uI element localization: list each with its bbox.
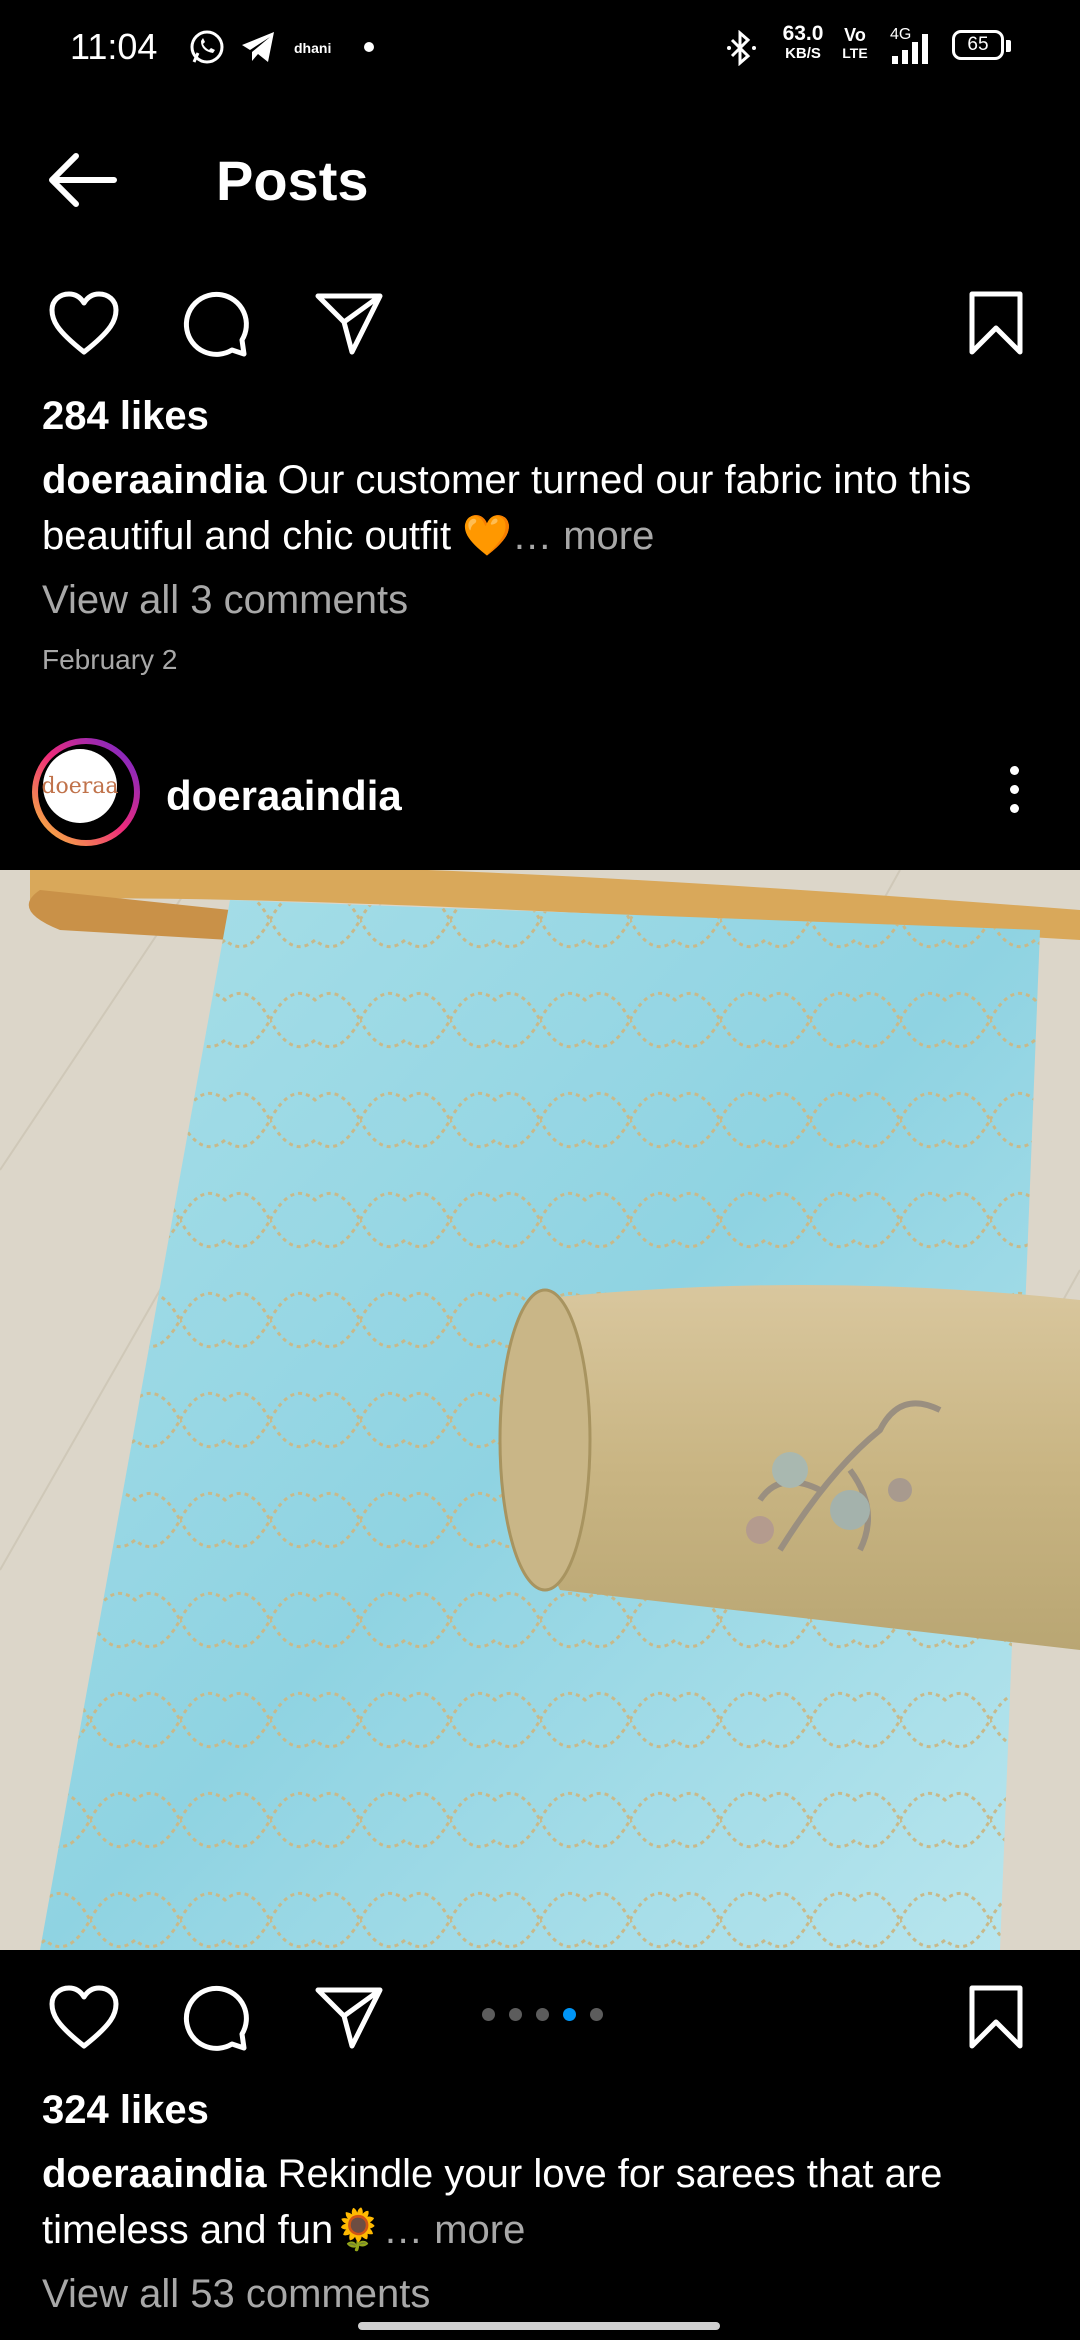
dhani-app-icon: dhani [294, 40, 332, 56]
post2-more-link[interactable]: … more [383, 2208, 525, 2252]
like-heart-icon[interactable] [48, 290, 120, 356]
like-heart-icon[interactable] [48, 1984, 120, 2050]
battery-level: 65 [967, 34, 989, 55]
status-time: 11:04 [70, 26, 158, 67]
post1-caption-username[interactable]: doeraaindia [42, 458, 267, 502]
home-indicator[interactable] [358, 2322, 720, 2330]
telegram-icon [242, 32, 274, 62]
lte-label: LTE [842, 45, 868, 61]
volte-label: Vo [844, 25, 866, 45]
bookmark-icon[interactable] [966, 1984, 1026, 2050]
share-send-icon[interactable] [314, 290, 384, 356]
bluetooth-icon [727, 30, 756, 66]
volte-indicator: Vo LTE [840, 26, 870, 62]
post2-view-comments[interactable]: View all 53 comments [42, 2272, 430, 2317]
network-speed-unit: KB/S [785, 45, 821, 62]
carousel-indicator [482, 2008, 617, 2022]
avatar-logo: doeraa [41, 749, 119, 823]
post1-likes[interactable]: 284 likes [42, 394, 209, 439]
carousel-dot [536, 2008, 549, 2021]
post2-likes[interactable]: 324 likes [42, 2088, 209, 2133]
comment-icon[interactable] [180, 290, 250, 360]
post1-date: February 2 [42, 644, 178, 675]
share-send-icon[interactable] [314, 1984, 384, 2050]
avatar[interactable]: doeraa [32, 738, 140, 846]
whatsapp-icon [190, 30, 224, 64]
top-app-bar: Posts [0, 130, 1080, 230]
more-options-icon[interactable] [1006, 766, 1022, 822]
battery-tip [1006, 40, 1011, 52]
post-image[interactable] [0, 870, 1080, 1950]
signal-icon [892, 34, 928, 64]
bookmark-icon[interactable] [966, 290, 1026, 356]
network-speed: 63.0 KB/S [776, 22, 830, 64]
post2-caption-username[interactable]: doeraaindia [42, 2152, 267, 2196]
post1-more-link[interactable]: … more [512, 514, 654, 558]
post1-view-comments[interactable]: View all 3 comments [42, 578, 408, 623]
status-bar: 11:04 dhani 63.0 KB/S Vo LTE 4G 65 [0, 0, 1080, 96]
notification-dot-icon [364, 42, 374, 52]
carousel-dot [482, 2008, 495, 2021]
post2-caption: doeraaindia Rekindle your love for saree… [42, 2146, 1042, 2258]
carousel-dot-active [563, 2008, 576, 2021]
post1-caption: doeraaindia Our customer turned our fabr… [42, 452, 1042, 564]
page-title: Posts [216, 149, 369, 212]
comment-icon[interactable] [180, 1984, 250, 2054]
carousel-dot [509, 2008, 522, 2021]
post2-username[interactable]: doeraaindia [166, 772, 402, 820]
back-arrow-icon[interactable] [46, 150, 118, 210]
carousel-dot [590, 2008, 603, 2021]
battery-icon: 65 [952, 30, 1004, 60]
fabric-photo [0, 870, 1080, 1950]
network-speed-value: 63.0 [782, 22, 824, 45]
